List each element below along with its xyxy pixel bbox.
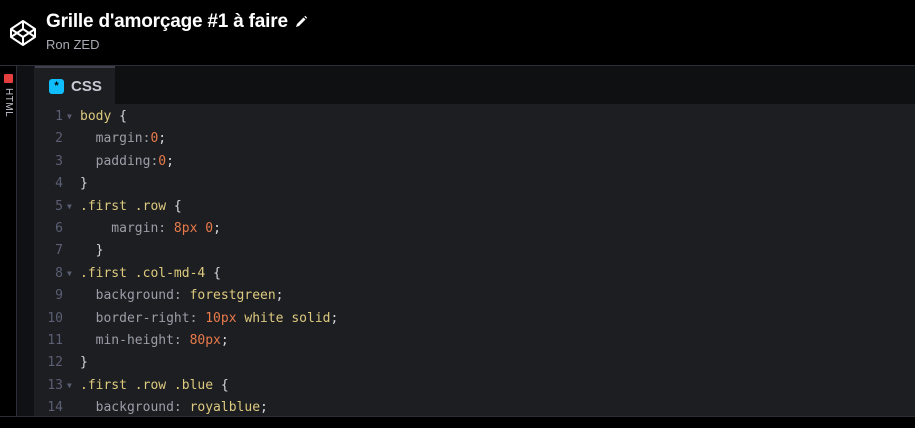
code-text: padding:0;: [80, 151, 174, 173]
line-number: 12: [47, 355, 63, 371]
code-text: .first .row .blue {: [80, 375, 229, 397]
code-token: background:: [80, 288, 190, 304]
line-number: 11: [47, 332, 63, 348]
code-token: margin:: [80, 131, 151, 147]
pen-author[interactable]: Ron ZED: [46, 37, 308, 52]
line-number: 9: [55, 288, 63, 304]
line-number: 6: [55, 220, 63, 236]
html-panel-label: HTML: [3, 88, 14, 118]
code-text: .first .row {: [80, 196, 182, 218]
code-text: body {: [80, 106, 127, 128]
code-text: .first .col-md-4 {: [80, 263, 221, 285]
fold-arrow-icon[interactable]: ▼: [67, 196, 72, 218]
code-token: border-right:: [80, 310, 206, 326]
code-token: 10px: [205, 310, 245, 326]
code-token: .first .col-md-4: [80, 265, 214, 281]
code-token: min-height:: [80, 332, 190, 348]
tab-css[interactable]: * CSS: [35, 66, 115, 104]
code-token: }: [80, 176, 88, 192]
code-token: 0: [158, 153, 167, 169]
code-text: }: [80, 352, 88, 374]
code-token: {: [220, 377, 229, 393]
line-number: 2: [55, 131, 63, 147]
code-text: border-right: 10px white solid;: [80, 308, 339, 330]
code-line[interactable]: 5 ▼ .first .row {: [35, 196, 915, 218]
code-text: }: [80, 240, 104, 262]
css-editor-panel: * CSS 1 ▼ body {2 margin:0; 3 padding:0; 4} 5…: [35, 66, 915, 416]
line-number: 4: [55, 176, 63, 192]
code-token: royalblue: [189, 400, 261, 416]
css-tab-icon: *: [49, 78, 64, 94]
code-token: .first .row: [80, 198, 174, 214]
line-number: 8: [55, 265, 63, 281]
editor-tab-bar: * CSS: [35, 66, 915, 104]
bottom-bar: [0, 416, 915, 428]
code-token: ;: [260, 400, 268, 416]
code-token: 8px 0: [173, 220, 214, 236]
line-number: 13: [47, 377, 63, 393]
code-token: ;: [220, 332, 229, 348]
line-number: 10: [47, 310, 63, 326]
code-line[interactable]: 2 margin:0;: [35, 128, 915, 150]
code-line[interactable]: 8 ▼ .first .col-md-4 {: [35, 263, 915, 285]
code-token: body: [80, 109, 120, 124]
fold-arrow-icon[interactable]: ▼: [67, 375, 72, 397]
code-line[interactable]: 3 padding:0;: [35, 151, 915, 173]
code-token: forestgreen: [189, 288, 276, 304]
panel-resize-gutter[interactable]: [17, 66, 35, 428]
code-line[interactable]: 7 }: [35, 240, 915, 262]
code-token: margin:: [80, 220, 174, 236]
code-token: }: [80, 243, 104, 259]
code-token: padding:: [80, 153, 159, 169]
code-token: ;: [275, 288, 284, 304]
code-token: {: [213, 265, 221, 281]
code-token: .first .row .blue: [80, 377, 221, 393]
code-token: white solid: [244, 310, 331, 326]
code-text: margin: 8px 0;: [80, 218, 221, 240]
codepen-logo-icon[interactable]: [8, 18, 38, 48]
edit-pencil-icon[interactable]: [294, 15, 308, 29]
pen-title[interactable]: Grille d'amorçage #1 à faire: [46, 11, 288, 33]
line-number: 14: [47, 400, 63, 416]
html-badge-icon: [4, 74, 13, 83]
code-token: background:: [80, 400, 190, 416]
code-text: }: [80, 173, 88, 195]
pen-title-block: Grille d'amorçage #1 à faire Ron ZED: [46, 11, 308, 52]
code-text: background: royalblue;: [80, 397, 268, 416]
code-token: {: [119, 109, 127, 124]
code-token: {: [173, 198, 182, 214]
line-number: 5: [55, 198, 63, 214]
code-line[interactable]: 11 min-height: 80px;: [35, 330, 915, 352]
collapsed-html-panel[interactable]: HTML: [0, 66, 17, 428]
code-line[interactable]: 4}: [35, 173, 915, 195]
pen-header: Grille d'amorçage #1 à faire Ron ZED: [0, 0, 915, 66]
code-text: margin:0;: [80, 128, 166, 150]
code-text: background: forestgreen;: [80, 285, 284, 307]
tab-css-label: CSS: [71, 77, 102, 95]
code-line[interactable]: 14 background: royalblue;: [35, 397, 915, 416]
code-area[interactable]: 1 ▼ body {2 margin:0; 3 padding:0; 4} 5 ▼ .firs…: [35, 106, 915, 416]
code-token: }: [80, 355, 88, 371]
code-line[interactable]: 1 ▼ body {: [35, 106, 915, 128]
code-line[interactable]: 6 margin: 8px 0;: [35, 218, 915, 240]
code-token: ;: [213, 220, 221, 236]
code-text: min-height: 80px;: [80, 330, 229, 352]
code-token: 80px: [189, 332, 221, 348]
code-line[interactable]: 9 background: forestgreen;: [35, 285, 915, 307]
code-line[interactable]: 13 ▼ .first .row .blue {: [35, 375, 915, 397]
code-line[interactable]: 12}: [35, 352, 915, 374]
line-number: 3: [55, 153, 63, 169]
line-number: 1: [55, 109, 63, 124]
code-token: ;: [330, 310, 339, 326]
code-token: ;: [158, 131, 167, 147]
fold-arrow-icon[interactable]: ▼: [67, 106, 72, 128]
line-number: 7: [55, 243, 63, 259]
code-line[interactable]: 10 border-right: 10px white solid;: [35, 308, 915, 330]
code-token: ;: [166, 153, 174, 169]
fold-arrow-icon[interactable]: ▼: [67, 263, 72, 285]
